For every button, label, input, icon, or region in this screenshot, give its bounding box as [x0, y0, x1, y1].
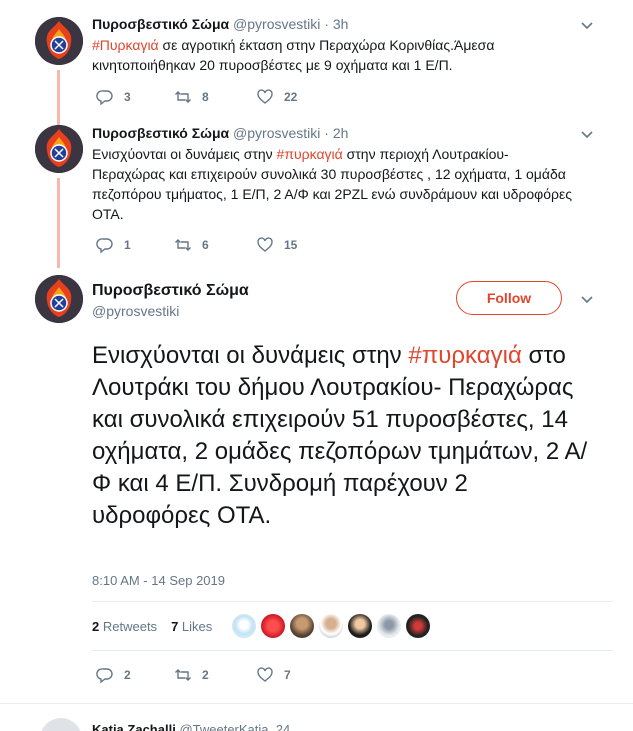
- tweet-body-start: Ενισχύονται οι δυνάμεις στην: [92, 146, 277, 162]
- retweets-stat-label: Retweets: [102, 619, 158, 634]
- author-handle[interactable]: @pyrosvestiki: [233, 125, 320, 141]
- likes-stat[interactable]: 7 Likes: [171, 619, 212, 634]
- fire-service-logo-icon: [35, 275, 83, 323]
- tweet-header: Πυροσβεστικό Σώμα @pyrosvestiki · 3h: [92, 15, 348, 33]
- retweet-button[interactable]: 6: [174, 235, 209, 255]
- hashtag-link[interactable]: #πυρκαγιά: [277, 146, 343, 162]
- retweet-button[interactable]: 8: [174, 87, 209, 107]
- hashtag-link[interactable]: #Πυρκαγιά: [92, 37, 159, 53]
- chevron-down-icon[interactable]: [577, 124, 597, 144]
- reply-button[interactable]: 3: [96, 87, 131, 107]
- fire-service-logo-icon: [35, 125, 83, 173]
- retweet-button[interactable]: 2: [174, 665, 209, 685]
- reply-author-name: Katia Zachalli: [92, 722, 176, 731]
- reply-icon: [96, 90, 113, 106]
- liker-avatars: [232, 614, 430, 638]
- tweet-actions: 1 6 15: [96, 235, 396, 255]
- avatar[interactable]: [35, 275, 83, 323]
- avatar[interactable]: [35, 125, 83, 173]
- author-name[interactable]: Πυροσβεστικό Σώμα: [92, 16, 229, 32]
- heart-icon: [257, 667, 273, 682]
- tweet-body-start: Ενισχύονται οι δυνάμεις στην: [92, 342, 409, 369]
- retweet-icon: [175, 669, 191, 681]
- author-name[interactable]: Πυροσβεστικό Σώμα: [92, 281, 249, 301]
- divider: [92, 601, 613, 602]
- retweet-icon: [175, 239, 191, 251]
- chevron-down-icon[interactable]: [577, 289, 597, 309]
- reply-icon: [96, 238, 113, 254]
- author-handle[interactable]: @pyrosvestiki: [92, 302, 179, 320]
- tweet-actions: 3 8 22: [96, 87, 396, 107]
- divider: [92, 650, 613, 651]
- tweet-actions: 2 2 7: [96, 665, 396, 685]
- liker-avatar[interactable]: [232, 614, 256, 638]
- author-handle[interactable]: @pyrosvestiki: [233, 16, 320, 32]
- like-button[interactable]: 15: [256, 235, 297, 255]
- liker-avatar[interactable]: [377, 614, 401, 638]
- reply-count: 3: [124, 90, 131, 104]
- follow-button[interactable]: Follow: [456, 281, 562, 315]
- heart-icon: [257, 237, 273, 252]
- engagement-stats: 2 Retweets 7 Likes: [92, 619, 212, 634]
- liker-avatar[interactable]: [348, 614, 372, 638]
- liker-avatar[interactable]: [406, 614, 430, 638]
- avatar[interactable]: [40, 718, 82, 731]
- reply-button[interactable]: 2: [96, 665, 131, 685]
- tweet-text: #Πυρκαγιά σε αγροτική έκταση στην Περαχώ…: [92, 35, 592, 75]
- reply-count: 1: [124, 238, 131, 252]
- reply-icon: [96, 668, 113, 684]
- reply-author-handle: @TweeterKatia_24: [179, 722, 291, 731]
- reply-count: 2: [124, 668, 131, 682]
- tweet-text: Ενισχύονται οι δυνάμεις στην #πυρκαγιά σ…: [92, 144, 574, 224]
- likes-stat-label: Likes: [181, 619, 213, 634]
- like-count: 7: [284, 668, 291, 682]
- tweet-time[interactable]: · 2h: [324, 125, 348, 141]
- chevron-down-icon[interactable]: [577, 15, 597, 35]
- tweet-timestamp[interactable]: 8:10 AM - 14 Sep 2019: [92, 573, 225, 588]
- avatar[interactable]: [35, 17, 83, 65]
- thread-connector: [57, 178, 60, 268]
- author-name[interactable]: Πυροσβεστικό Σώμα: [92, 125, 229, 141]
- liker-avatar[interactable]: [319, 614, 343, 638]
- tweet-body: στο Λουτράκι του δήμου Λουτρακίου- Περαχ…: [92, 342, 588, 529]
- liker-avatar[interactable]: [290, 614, 314, 638]
- fire-service-logo-icon: [35, 17, 83, 65]
- like-count: 15: [284, 238, 298, 252]
- retweet-count: 2: [202, 668, 209, 682]
- tweet-text: Ενισχύονται οι δυνάμεις στην #πυρκαγιά σ…: [92, 340, 592, 532]
- thread-connector: [57, 70, 60, 130]
- retweets-stat-count: 2: [92, 619, 100, 634]
- retweet-count: 8: [202, 90, 209, 104]
- like-button[interactable]: 22: [256, 87, 297, 107]
- divider: [0, 703, 633, 704]
- reply-author[interactable]: Katia Zachalli @TweeterKatia_24: [92, 722, 290, 731]
- liker-avatar[interactable]: [261, 614, 285, 638]
- hashtag-link[interactable]: #πυρκαγιά: [408, 342, 521, 369]
- likes-stat-count: 7: [171, 619, 179, 634]
- heart-icon: [257, 89, 273, 104]
- like-button[interactable]: 7: [256, 665, 291, 685]
- retweet-icon: [175, 91, 191, 103]
- tweet-time[interactable]: · 3h: [324, 16, 348, 32]
- reply-button[interactable]: 1: [96, 235, 131, 255]
- retweets-stat[interactable]: 2 Retweets: [92, 619, 157, 634]
- retweet-count: 6: [202, 238, 209, 252]
- like-count: 22: [284, 90, 298, 104]
- tweet-header: Πυροσβεστικό Σώμα @pyrosvestiki · 2h: [92, 124, 348, 142]
